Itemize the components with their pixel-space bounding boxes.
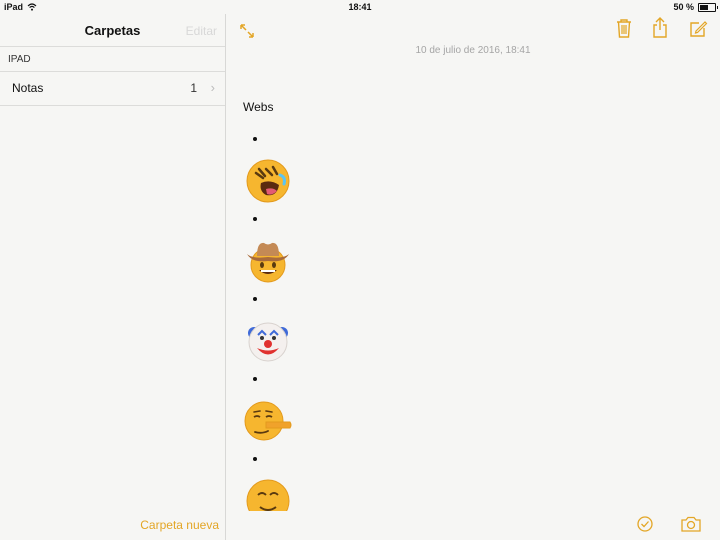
clown-face-emoji-icon bbox=[248, 322, 288, 362]
bullet bbox=[253, 137, 257, 141]
compose-icon[interactable] bbox=[688, 19, 708, 39]
note-title[interactable]: Webs bbox=[243, 100, 273, 114]
note-date: 10 de julio de 2016, 18:41 bbox=[415, 45, 531, 56]
emoji-clip bbox=[244, 477, 292, 511]
share-icon[interactable] bbox=[651, 17, 669, 39]
battery-icon bbox=[698, 2, 718, 12]
bullet bbox=[253, 217, 257, 221]
clock: 18:41 bbox=[348, 2, 372, 12]
folder-count: 1 bbox=[190, 81, 197, 95]
folders-sidebar: Carpetas Editar IPAD Notas 1 › Carpeta n… bbox=[0, 14, 226, 540]
face-emoji-icon bbox=[246, 479, 290, 511]
sidebar-header: Carpetas Editar bbox=[0, 14, 225, 46]
bullet bbox=[253, 297, 257, 301]
cowboy-face-emoji-icon bbox=[247, 242, 289, 283]
folder-name: Notas bbox=[12, 81, 44, 95]
trash-icon[interactable] bbox=[615, 18, 633, 38]
bullet bbox=[253, 377, 257, 381]
checklist-icon[interactable] bbox=[637, 516, 653, 532]
status-bar: iPad 18:41 50 % bbox=[0, 0, 720, 14]
fullscreen-icon[interactable] bbox=[239, 23, 255, 39]
edit-button[interactable]: Editar bbox=[186, 24, 217, 38]
section-header: IPAD bbox=[0, 46, 225, 72]
camera-icon[interactable] bbox=[680, 516, 702, 532]
chevron-right-icon: › bbox=[210, 80, 215, 95]
folder-item-notas[interactable]: Notas 1 › bbox=[0, 71, 225, 106]
bullet bbox=[253, 457, 257, 461]
battery-percent: 50 % bbox=[673, 2, 694, 12]
note-editor: 10 de julio de 2016, 18:41 Webs bbox=[226, 14, 720, 540]
lying-face-emoji-icon bbox=[244, 401, 292, 441]
new-folder-button[interactable]: Carpeta nueva bbox=[140, 518, 219, 532]
section-label: IPAD bbox=[8, 54, 31, 65]
rolling-laughing-emoji-icon bbox=[246, 159, 290, 203]
